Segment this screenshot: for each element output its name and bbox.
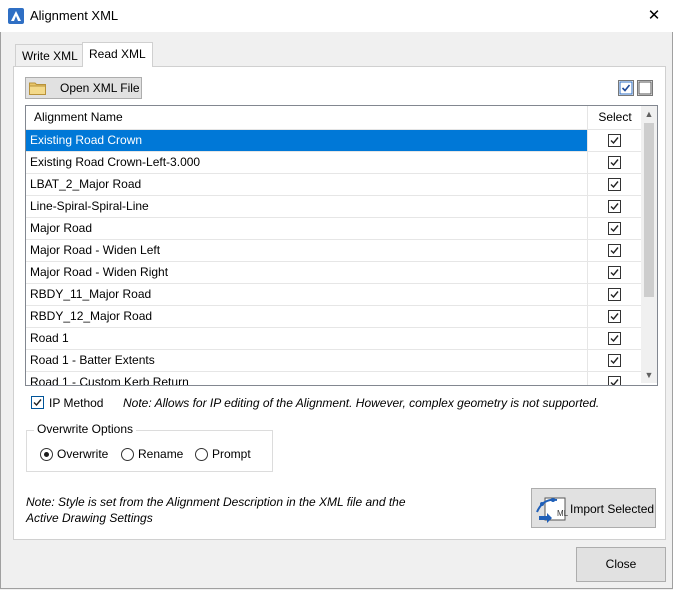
- radio-prompt-dot[interactable]: [195, 448, 208, 461]
- table-row[interactable]: RBDY_12_Major Road: [26, 306, 644, 328]
- select-cell: [588, 372, 642, 385]
- scroll-down-icon[interactable]: ▼: [641, 367, 657, 383]
- title-bar: Alignment XML ✕: [0, 0, 673, 32]
- row-select-checkbox[interactable]: [608, 288, 621, 301]
- select-cell: [588, 196, 642, 217]
- alignment-name-cell[interactable]: Major Road: [26, 218, 588, 239]
- open-xml-file-label: Open XML File: [60, 81, 140, 95]
- table-row[interactable]: Road 1: [26, 328, 644, 350]
- row-select-checkbox[interactable]: [608, 376, 621, 385]
- radio-overwrite-label[interactable]: Overwrite: [57, 447, 108, 461]
- select-cell: [588, 240, 642, 261]
- radio-rename-label[interactable]: Rename: [138, 447, 183, 461]
- open-xml-file-button[interactable]: Open XML File: [25, 77, 142, 99]
- table-row[interactable]: Line-Spiral-Spiral-Line: [26, 196, 644, 218]
- import-alignment-icon: ML: [536, 497, 569, 523]
- alignment-name-cell[interactable]: LBAT_2_Major Road: [26, 174, 588, 195]
- row-select-checkbox[interactable]: [608, 332, 621, 345]
- row-select-checkbox[interactable]: [608, 310, 621, 323]
- alignment-name-cell[interactable]: RBDY_11_Major Road: [26, 284, 588, 305]
- select-cell: [588, 174, 642, 195]
- table-row[interactable]: Major Road: [26, 218, 644, 240]
- select-cell: [588, 130, 642, 151]
- table-row[interactable]: Major Road - Widen Right: [26, 262, 644, 284]
- window-title: Alignment XML: [30, 8, 119, 23]
- alignment-list: Alignment Name Select Existing Road Crow…: [25, 105, 658, 386]
- alignment-name-cell[interactable]: Existing Road Crown-Left-3.000: [26, 152, 588, 173]
- select-cell: [588, 152, 642, 173]
- import-selected-label: Import Selected: [570, 502, 655, 516]
- radio-overwrite-dot[interactable]: [40, 448, 53, 461]
- overwrite-options-title: Overwrite Options: [34, 422, 137, 436]
- row-select-checkbox[interactable]: [608, 244, 621, 257]
- select-cell: [588, 350, 642, 371]
- select-cell: [588, 218, 642, 239]
- radio-prompt-label[interactable]: Prompt: [212, 447, 251, 461]
- ip-method-checkbox[interactable]: [31, 396, 44, 409]
- alignment-name-cell[interactable]: Road 1 - Batter Extents: [26, 350, 588, 371]
- ip-method-note: Note: Allows for IP editing of the Align…: [123, 396, 600, 410]
- alignment-name-cell[interactable]: Existing Road Crown: [26, 130, 588, 151]
- import-selected-button[interactable]: ML Import Selected: [531, 488, 656, 528]
- close-button[interactable]: Close: [576, 547, 666, 582]
- radio-rename-dot[interactable]: [121, 448, 134, 461]
- scroll-up-icon[interactable]: ▲: [641, 106, 657, 122]
- alignment-name-cell[interactable]: Major Road - Widen Right: [26, 262, 588, 283]
- alignment-name-cell[interactable]: RBDY_12_Major Road: [26, 306, 588, 327]
- select-cell: [588, 328, 642, 349]
- alignment-name-cell[interactable]: Road 1: [26, 328, 588, 349]
- select-cell: [588, 306, 642, 327]
- row-select-checkbox[interactable]: [608, 354, 621, 367]
- list-header: Alignment Name Select: [26, 106, 644, 130]
- window-close-icon[interactable]: ✕: [643, 5, 665, 27]
- select-cell: [588, 262, 642, 283]
- select-cell: [588, 284, 642, 305]
- row-select-checkbox[interactable]: [608, 266, 621, 279]
- row-select-checkbox[interactable]: [608, 134, 621, 147]
- style-note: Note: Style is set from the Alignment De…: [26, 495, 406, 525]
- table-row[interactable]: Existing Road Crown-Left-3.000: [26, 152, 644, 174]
- read-xml-panel: Open XML File Alignment Name Select Exis…: [13, 66, 666, 540]
- alignment-name-cell[interactable]: Major Road - Widen Left: [26, 240, 588, 261]
- uncheck-all-icon[interactable]: [637, 80, 653, 96]
- bricscad-logo-icon: [8, 8, 24, 24]
- ip-method-label[interactable]: IP Method: [49, 396, 103, 410]
- svg-text:ML: ML: [557, 509, 569, 518]
- table-row[interactable]: Road 1 - Custom Kerb Return: [26, 372, 644, 385]
- tab-write-xml[interactable]: Write XML: [15, 44, 85, 67]
- table-row[interactable]: Major Road - Widen Left: [26, 240, 644, 262]
- scroll-thumb[interactable]: [644, 123, 654, 297]
- row-select-checkbox[interactable]: [608, 178, 621, 191]
- alignment-name-cell[interactable]: Line-Spiral-Spiral-Line: [26, 196, 588, 217]
- row-select-checkbox[interactable]: [608, 200, 621, 213]
- folder-icon: [29, 82, 46, 95]
- check-all-icon[interactable]: [618, 80, 634, 96]
- column-header-alignment-name[interactable]: Alignment Name: [26, 106, 588, 129]
- tab-read-xml[interactable]: Read XML: [82, 42, 153, 67]
- table-row[interactable]: RBDY_11_Major Road: [26, 284, 644, 306]
- vertical-scrollbar[interactable]: ▲ ▼: [641, 106, 657, 383]
- row-select-checkbox[interactable]: [608, 156, 621, 169]
- column-header-select[interactable]: Select: [588, 106, 642, 129]
- table-row[interactable]: LBAT_2_Major Road: [26, 174, 644, 196]
- alignment-name-cell[interactable]: Road 1 - Custom Kerb Return: [26, 372, 588, 385]
- table-row[interactable]: Existing Road Crown: [26, 130, 644, 152]
- table-row[interactable]: Road 1 - Batter Extents: [26, 350, 644, 372]
- row-select-checkbox[interactable]: [608, 222, 621, 235]
